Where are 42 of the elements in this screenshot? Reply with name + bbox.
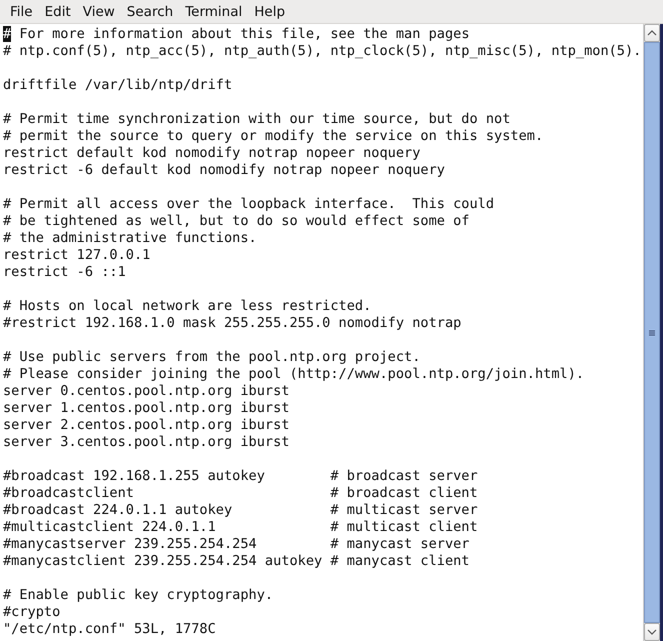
code-line: server 1.centos.pool.ntp.org iburst [3,400,290,416]
menu-item[interactable]: View [76,4,121,20]
code-line: restrict -6 ::1 [3,264,126,280]
grip-icon [649,330,655,336]
text-cursor: # [3,26,12,42]
scrollbar-thumb[interactable] [644,42,660,623]
code-line: restrict default kod nomodify notrap nopeer noquery [3,145,420,161]
code-line: #broadcastclient # broadcast client [3,485,478,501]
code-line: #crypto [3,604,60,620]
code-line: server 2.centos.pool.ntp.org iburst [3,417,290,433]
code-line: # Permit all access over the loopback interface. This could [3,196,494,212]
code-line: restrict 127.0.0.1 [3,247,150,263]
code-line: For more information about this file, see the man pages [18,26,470,42]
code-line: #manycastclient 239.255.254.254 autokey # manycast client [3,553,470,569]
menu-item[interactable]: File [4,4,39,20]
code-line: #broadcast 224.0.1.1 autokey # multicast server [3,502,478,518]
code-line: # Hosts on local network are less restricted. [3,298,372,314]
code-line: server 0.centos.pool.ntp.org iburst [3,383,290,399]
code-line: # Enable public key cryptography. [3,587,274,603]
menu-item[interactable]: Help [248,4,292,20]
menu-item[interactable]: Terminal [179,4,248,20]
code-line: #multicastclient 224.0.1.1 # multicast client [3,519,478,535]
chevron-down-icon [647,629,657,635]
menu-item[interactable]: Edit [38,4,77,20]
code-line: # Use public servers from the pool.ntp.org project. [3,349,420,365]
menu-item[interactable]: Search [120,4,180,20]
scroll-up-button[interactable] [644,24,660,42]
status-message: "/etc/ntp.conf" 53L, 1778C [3,621,216,637]
scroll-down-button[interactable] [644,623,660,641]
code-line: # be tightened as well, but to do so would effect some of [3,213,470,229]
code-line: # the administrative functions. [3,230,257,246]
code-line: #restrict 192.168.1.0 mask 255.255.255.0 nomodify notrap [3,315,462,331]
code-line: restrict -6 default kod nomodify notrap nopeer noquery [3,162,445,178]
code-line: # Please consider joining the pool (http://www.pool.ntp.org/join.html). [3,366,584,382]
code-line: # permit the source to query or modify the service on this system. [3,128,544,144]
code-line: driftfile /var/lib/ntp/drift [3,77,232,93]
code-line: #manycastserver 239.255.254.254 # manycast server [3,536,470,552]
chevron-up-icon [647,30,657,36]
code-line: #broadcast 192.168.1.255 autokey # broadcast server [3,468,478,484]
code-line: # Permit time synchronization with our time source, but do not [3,111,510,127]
code-line: # ntp.conf(5), ntp_acc(5), ntp_auth(5), ntp_clock(5), ntp_misc(5), ntp_mon(5). [3,43,642,59]
code-line: server 3.centos.pool.ntp.org iburst [3,434,290,450]
